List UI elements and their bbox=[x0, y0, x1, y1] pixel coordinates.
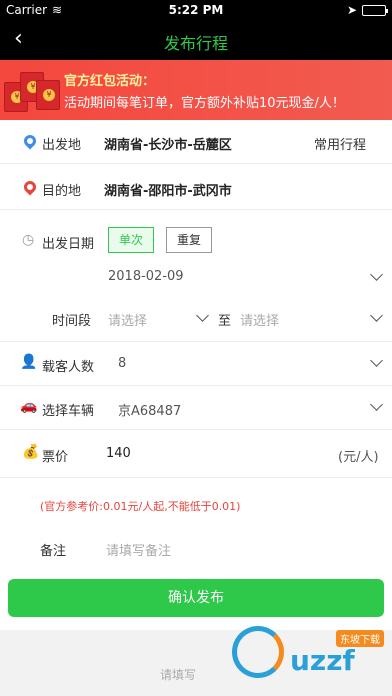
status-bar: Carrier ≋ 5:22 PM ➤ bbox=[0, 0, 392, 20]
bottom-hint: 请填写 bbox=[160, 668, 197, 682]
banner-body: 活动期间每笔订单，官方额外补贴10元现金/人！ bbox=[64, 96, 345, 111]
car-icon: 🚗 bbox=[20, 398, 38, 414]
confirm-publish-button[interactable]: 确认发布 bbox=[8, 579, 384, 617]
destination-value: 湖南省-邵阳市-武冈市 bbox=[104, 184, 232, 199]
origin-label: 出发地 bbox=[42, 138, 82, 153]
watermark-circle bbox=[232, 626, 284, 678]
banner-headline: 官方红包活动： bbox=[64, 74, 156, 89]
date-value[interactable]: 2018-02-09 bbox=[108, 269, 184, 284]
price-label: 票价 bbox=[42, 450, 69, 465]
watermark-brand: uzzf bbox=[290, 644, 355, 677]
time-range-separator: 至 bbox=[218, 314, 232, 329]
remark-label: 备注 bbox=[40, 544, 67, 559]
chevron-down-icon[interactable] bbox=[370, 354, 383, 367]
vehicle-label: 选择车辆 bbox=[42, 404, 95, 419]
date-section: ◷ 出发日期 单次 重复 2018-02-09 时间段 请选择 至 请选择 bbox=[0, 210, 392, 342]
time-range-label: 时间段 bbox=[52, 314, 92, 329]
time-from-select[interactable]: 请选择 bbox=[108, 310, 147, 329]
date-label: 出发日期 bbox=[42, 237, 95, 252]
clock: 5:22 PM bbox=[168, 3, 224, 17]
remark-input[interactable]: 请填写备注 bbox=[106, 540, 171, 559]
red-envelope-icon: ¥ ¥ ¥ bbox=[4, 66, 60, 116]
chevron-down-icon[interactable] bbox=[370, 398, 383, 411]
money-bag-icon: 💰 bbox=[22, 444, 40, 460]
promo-banner[interactable]: ¥ ¥ ¥ 官方红包活动： 活动期间每笔订单，官方额外补贴10元现金/人！ bbox=[0, 60, 392, 120]
single-trip-button[interactable]: 单次 bbox=[108, 227, 155, 253]
time-to-select[interactable]: 请选择 bbox=[240, 310, 279, 329]
envelope-shape: ¥ bbox=[36, 80, 60, 110]
location-icon: ➤ bbox=[346, 3, 357, 17]
price-unit: (元/人) bbox=[338, 450, 379, 465]
vehicle-row[interactable]: 🚗 选择车辆 京A68487 bbox=[0, 386, 392, 430]
watermark-tag: 东坡下载 bbox=[336, 630, 384, 647]
chevron-down-icon[interactable] bbox=[370, 268, 383, 281]
chevron-down-icon[interactable] bbox=[196, 309, 209, 322]
chevron-down-icon[interactable] bbox=[370, 309, 383, 322]
status-right: ➤ bbox=[346, 3, 388, 17]
location-pin-icon bbox=[21, 178, 39, 196]
repeat-trip-button[interactable]: 重复 bbox=[166, 227, 213, 253]
passengers-label: 载客人数 bbox=[42, 360, 95, 375]
destination-label: 目的地 bbox=[42, 184, 82, 199]
origin-row[interactable]: 出发地 湖南省-长沙市-岳麓区 常用行程 bbox=[0, 120, 392, 164]
battery-icon bbox=[362, 4, 388, 16]
origin-value: 湖南省-长沙市-岳麓区 bbox=[104, 138, 232, 153]
remark-row: 备注 请填写备注 bbox=[0, 524, 392, 570]
location-pin-icon bbox=[21, 132, 39, 150]
price-input[interactable]: 140 bbox=[106, 446, 131, 461]
page-title: 发布行程 bbox=[163, 34, 228, 53]
price-row: 💰 票价 140 (元/人) bbox=[0, 430, 392, 478]
frequent-trips-button[interactable]: 常用行程 bbox=[314, 134, 366, 153]
vehicle-value: 京A68487 bbox=[118, 404, 182, 419]
passengers-value: 8 bbox=[118, 356, 127, 371]
price-tip: (官方参考价:0.01元/人起,不能低于0.01) bbox=[40, 500, 241, 513]
passengers-row[interactable]: 👤 载客人数 8 bbox=[0, 342, 392, 386]
clock-icon: ◷ bbox=[22, 232, 35, 248]
destination-row[interactable]: 目的地 湖南省-邵阳市-武冈市 bbox=[0, 164, 392, 210]
nav-bar: ‹ 发布行程 bbox=[0, 20, 392, 60]
person-icon: 👤 bbox=[20, 354, 38, 370]
watermark-logo: uzzf 东坡下载 bbox=[232, 620, 392, 690]
